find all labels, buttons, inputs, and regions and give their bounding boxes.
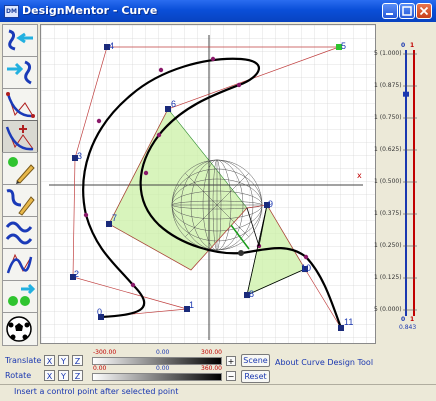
knot-slider-thumb[interactable] bbox=[403, 91, 409, 97]
control-point-label: 7 bbox=[112, 213, 117, 223]
app-icon: DM bbox=[4, 5, 19, 18]
join-points-tool-icon bbox=[8, 283, 36, 306]
control-point-label: 0 bbox=[97, 307, 102, 317]
wireframe-sphere bbox=[171, 159, 263, 251]
knot-tick-label: 1 (0.125) bbox=[374, 274, 402, 281]
knot-tick-label: 1 (0.750) bbox=[374, 114, 402, 121]
control-point-label: 8 bbox=[249, 289, 254, 299]
add-point-pencil-tool-icon bbox=[8, 157, 35, 184]
knot-tick-label: 1 (0.875) bbox=[374, 82, 402, 89]
curve-edit-tool-button[interactable] bbox=[2, 248, 38, 282]
increment-button[interactable]: + bbox=[226, 356, 236, 366]
scene-button[interactable]: Scene bbox=[241, 354, 270, 367]
transform-panel: Translate Rotate X Y Z X Y Z -300.00 0.0… bbox=[0, 348, 436, 384]
reset-button[interactable]: Reset bbox=[241, 370, 270, 383]
decrement-button[interactable]: − bbox=[226, 371, 236, 381]
knot-tick-label: 1 (0.250) bbox=[374, 242, 402, 249]
knot-tick-label: 1 (0.375) bbox=[374, 210, 402, 217]
knot-bottom-label-left: 0 bbox=[401, 316, 406, 323]
wave-curve-tool-button[interactable] bbox=[2, 216, 38, 250]
close-button[interactable] bbox=[416, 3, 432, 19]
move-point-tool-button[interactable] bbox=[2, 24, 38, 58]
draw-curve-pencil-tool-icon bbox=[6, 189, 35, 216]
translate-curve-tool-button[interactable] bbox=[2, 56, 38, 90]
control-polygon-tool-icon bbox=[6, 92, 35, 118]
selected-curve-point[interactable] bbox=[238, 250, 244, 256]
soccer-ball-tool-icon bbox=[6, 316, 32, 342]
translate-label: Translate bbox=[5, 356, 42, 365]
control-point-label: 10 bbox=[301, 263, 311, 273]
draw-curve-pencil-tool-button[interactable] bbox=[2, 184, 38, 218]
minimize-icon bbox=[386, 13, 393, 15]
translate-y-button[interactable]: Y bbox=[58, 355, 69, 366]
knot-tick-label: 5 (1.000) bbox=[374, 50, 402, 57]
insert-point-tool-button[interactable] bbox=[2, 120, 38, 154]
wave-curve-tool-icon bbox=[5, 221, 33, 245]
close-icon bbox=[419, 6, 429, 16]
tool-palette bbox=[2, 24, 38, 346]
join-points-tool-button[interactable] bbox=[2, 280, 38, 314]
translate-curve-tool-icon bbox=[7, 60, 32, 85]
control-point-label: 1 bbox=[189, 300, 194, 310]
control-point-label: 2 bbox=[74, 269, 79, 279]
control-point-label: 3 bbox=[77, 151, 82, 161]
translate-x-button[interactable]: X bbox=[44, 355, 55, 366]
add-point-pencil-tool-button[interactable] bbox=[2, 152, 38, 186]
knot-slider-panel: 0 1 5 (1.000) 1 (0.875) 1 (0.750) 1 (0.625)… bbox=[374, 24, 434, 344]
translate-max-label: 300.00 bbox=[201, 349, 222, 356]
control-point-label: 5 bbox=[341, 41, 346, 51]
rotate-max-label: 360.00 bbox=[201, 365, 222, 372]
move-point-tool-icon bbox=[8, 29, 33, 51]
minimize-button[interactable] bbox=[382, 3, 398, 19]
insert-point-tool-icon bbox=[5, 125, 34, 151]
curve-canvas[interactable]: x 0 1 2 3 4 5 6 7 8 9 10 11 bbox=[40, 24, 376, 344]
knot-tick-label: 1 (0.625) bbox=[374, 146, 402, 153]
rotate-z-button[interactable]: Z bbox=[72, 370, 83, 381]
translate-z-button[interactable]: Z bbox=[72, 355, 83, 366]
knot-current-value: 0.843 bbox=[399, 324, 417, 331]
control-polygon-tool-button[interactable] bbox=[2, 88, 38, 122]
rotate-min-label: 0.00 bbox=[93, 365, 107, 372]
status-bar: Insert a control point after selected po… bbox=[0, 384, 436, 401]
curve-edit-tool-icon bbox=[6, 253, 33, 274]
translate-min-label: -300.00 bbox=[93, 349, 117, 356]
control-point-label: 6 bbox=[171, 99, 176, 109]
translate-mid-label: 0.00 bbox=[156, 349, 170, 356]
control-point-label: 4 bbox=[109, 41, 114, 51]
maximize-button[interactable] bbox=[399, 3, 415, 19]
translate-slider[interactable] bbox=[92, 357, 222, 365]
rotate-mid-label: 0.00 bbox=[156, 365, 170, 372]
soccer-ball-tool-button[interactable] bbox=[2, 312, 38, 346]
control-point-label: 9 bbox=[268, 199, 273, 209]
rotate-slider[interactable] bbox=[92, 373, 222, 381]
maximize-icon bbox=[402, 6, 412, 16]
title-bar: DM DesignMentor - Curve bbox=[0, 0, 436, 22]
knot-tick-label: 5 (0.000) bbox=[374, 306, 402, 313]
curve-drawing[interactable]: x 0 1 2 3 4 5 6 7 8 9 10 11 bbox=[41, 25, 376, 344]
x-axis-label: x bbox=[357, 171, 362, 180]
window-title: DesignMentor - Curve bbox=[22, 4, 158, 17]
about-link[interactable]: About Curve Design Tool bbox=[275, 358, 373, 367]
rotate-label: Rotate bbox=[5, 371, 32, 380]
knot-tick-label: 1 (0.500) bbox=[374, 178, 402, 185]
status-text: Insert a control point after selected po… bbox=[14, 387, 179, 396]
knot-bottom-label-right: 1 bbox=[410, 316, 415, 323]
rotate-x-button[interactable]: X bbox=[44, 370, 55, 381]
control-point-label: 11 bbox=[344, 317, 353, 327]
rotate-y-button[interactable]: Y bbox=[58, 370, 69, 381]
